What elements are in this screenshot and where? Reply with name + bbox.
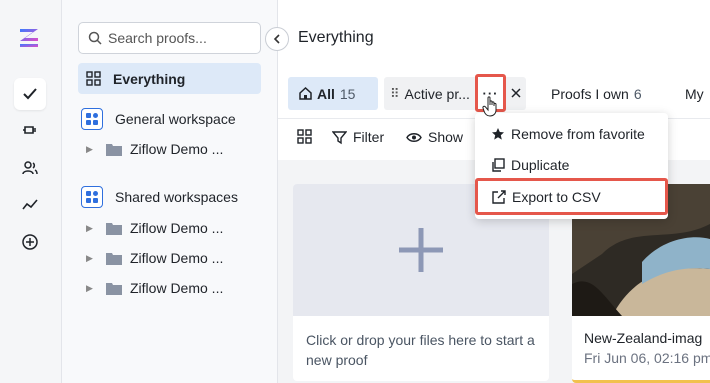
tab-label: Active pr... <box>404 85 470 102</box>
integrations-nav-button[interactable] <box>14 114 46 146</box>
sidebar-item-label: Everything <box>113 70 186 87</box>
show-button[interactable]: Show <box>406 129 463 145</box>
chevron-right-icon[interactable]: ▶ <box>86 253 100 264</box>
search-input[interactable] <box>108 30 258 46</box>
tab-label: Proofs I own <box>551 85 629 102</box>
plug-icon <box>23 126 36 134</box>
drag-handle-icon[interactable]: ⠿ <box>390 86 399 102</box>
ziflow-logo[interactable] <box>17 26 41 50</box>
grid-icon <box>297 129 312 144</box>
close-icon[interactable] <box>509 86 523 100</box>
view-toggle-button[interactable] <box>297 129 312 144</box>
users-nav-button[interactable] <box>14 152 46 184</box>
menu-item-export-csv[interactable]: Export to CSV <box>475 178 668 215</box>
folder-row[interactable]: ▶ Ziflow Demo ... <box>86 220 223 236</box>
folder-row[interactable]: ▶ Ziflow Demo ... <box>86 141 223 157</box>
workspace-label: Shared workspaces <box>115 189 238 205</box>
folder-label: Ziflow Demo ... <box>130 280 224 296</box>
upload-hint: Click or drop your files here to start a… <box>306 332 535 368</box>
tab-label: All <box>317 85 335 102</box>
star-icon <box>492 128 504 140</box>
chevron-right-icon[interactable]: ▶ <box>86 283 100 294</box>
workspace-shared[interactable]: Shared workspaces <box>81 186 238 208</box>
folder-label: Ziflow Demo ... <box>130 220 224 236</box>
tab-my[interactable]: My <box>685 77 704 110</box>
folder-label: Ziflow Demo ... <box>130 250 224 266</box>
eye-icon <box>406 132 422 142</box>
menu-item-label: Export to CSV <box>512 188 601 205</box>
tab-proofs-i-own[interactable]: Proofs I own 6 <box>540 77 642 110</box>
show-label: Show <box>428 129 464 145</box>
folder-label: Ziflow Demo ... <box>130 141 224 157</box>
export-icon <box>492 189 506 204</box>
menu-item-label: Remove from favorite <box>511 126 645 142</box>
page-title: Everything <box>298 29 374 46</box>
proof-name: New-Zealand-imag <box>584 330 703 346</box>
proofs-nav-button[interactable] <box>14 78 46 110</box>
folder-icon <box>106 252 122 265</box>
workspace-icon <box>81 186 103 208</box>
menu-item-remove-favorite[interactable]: Remove from favorite <box>475 119 668 149</box>
analytics-nav-button[interactable] <box>14 189 46 221</box>
create-nav-button[interactable] <box>14 226 46 258</box>
users-icon <box>22 161 38 175</box>
chevron-right-icon[interactable]: ▶ <box>86 223 100 234</box>
check-icon <box>23 88 37 100</box>
menu-item-label: Duplicate <box>511 157 570 173</box>
menu-item-duplicate[interactable]: Duplicate <box>475 150 668 180</box>
tab-count: 6 <box>633 85 642 102</box>
filter-icon <box>332 130 347 144</box>
workspace-icon <box>81 108 103 130</box>
filter-label: Filter <box>353 129 385 145</box>
plus-icon <box>399 228 443 272</box>
proof-date: Fri Jun 06, 02:16 pm <box>584 350 710 366</box>
folder-row[interactable]: ▶ Ziflow Demo ... <box>86 280 223 296</box>
search-box[interactable] <box>78 22 261 54</box>
chevron-left-icon <box>273 34 280 44</box>
search-icon <box>88 31 102 45</box>
home-icon <box>299 86 312 100</box>
folder-icon <box>106 282 122 295</box>
folder-icon <box>106 222 122 235</box>
chevron-right-icon[interactable]: ▶ <box>86 144 100 155</box>
folder-icon <box>106 143 122 156</box>
workspace-general[interactable]: General workspace <box>81 108 236 130</box>
tab-options-menu: Remove from favorite Duplicate Export to… <box>475 113 668 219</box>
app-rail <box>0 0 62 383</box>
tab-label: My <box>685 85 704 102</box>
trend-icon <box>22 199 38 210</box>
copy-icon <box>492 158 505 172</box>
collapse-sidebar-button[interactable] <box>265 27 289 51</box>
sidebar: Everything General workspace ▶ Ziflow De… <box>62 0 278 383</box>
hand-cursor-icon <box>482 96 497 117</box>
tab-count: 15 <box>339 85 356 102</box>
grid-icon <box>86 71 101 86</box>
filter-button[interactable]: Filter <box>332 129 384 145</box>
sidebar-item-everything[interactable]: Everything <box>78 63 261 94</box>
workspace-label: General workspace <box>115 111 236 127</box>
plus-circle-icon <box>22 234 38 250</box>
tab-all[interactable]: All 15 <box>288 77 378 110</box>
folder-row[interactable]: ▶ Ziflow Demo ... <box>86 250 223 266</box>
